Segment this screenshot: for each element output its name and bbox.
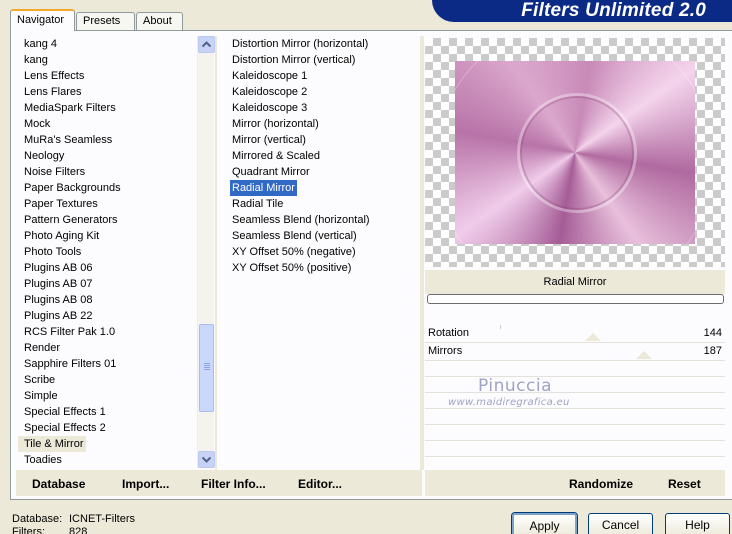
progress-bar — [427, 294, 724, 304]
list-item[interactable]: Kaleidoscope 3 — [230, 100, 415, 116]
list-item[interactable]: Neology — [18, 148, 198, 164]
preview-image — [455, 61, 695, 244]
list-item[interactable]: Distortion Mirror (vertical) — [230, 52, 415, 68]
randomize-button[interactable]: Randomize — [569, 477, 633, 491]
list-item[interactable]: kang — [18, 52, 198, 68]
list-item[interactable]: Special Effects 1 — [18, 404, 198, 420]
app-title: Filters Unlimited 2.0 — [521, 0, 706, 21]
list-item[interactable]: Scribe — [18, 372, 198, 388]
tab-navigator[interactable]: Navigator — [10, 9, 75, 31]
list-item[interactable]: MuRa's Seamless — [18, 132, 198, 148]
param-value: 144 — [703, 327, 722, 339]
status-database-label: Database: — [12, 513, 63, 525]
list-item[interactable]: Radial Mirror — [230, 180, 297, 196]
list-item[interactable]: Tile & Mirror — [18, 436, 86, 452]
left-toolbar: Database Import... Filter Info... Editor… — [16, 470, 422, 496]
list-item[interactable]: Mirrored & Scaled — [230, 148, 415, 164]
list-item[interactable]: Lens Effects — [18, 68, 198, 84]
list-item[interactable]: Radial Tile — [230, 196, 415, 212]
list-item[interactable]: Paper Backgrounds — [18, 180, 198, 196]
list-item[interactable]: Photo Aging Kit — [18, 228, 198, 244]
tab-about[interactable]: About — [136, 12, 183, 31]
list-item[interactable]: Quadrant Mirror — [230, 164, 415, 180]
editor-button[interactable]: Editor... — [298, 477, 342, 491]
list-item[interactable]: Simple — [18, 388, 198, 404]
list-item[interactable]: Sapphire Filters 01 — [18, 356, 198, 372]
watermark-url: www.maidiregrafica.eu — [448, 397, 570, 408]
list-item[interactable]: kang 4 — [18, 36, 198, 52]
category-list[interactable]: kang 4 kang Lens Effects Lens Flares MediaSp… — [18, 36, 198, 470]
slider-handle[interactable] — [636, 351, 652, 359]
list-item[interactable]: Lens Flares — [18, 84, 198, 100]
list-item[interactable]: Kaleidoscope 2 — [230, 84, 415, 100]
grip-icon — [204, 363, 210, 371]
help-button[interactable]: Help — [665, 513, 730, 534]
chevron-up-icon — [202, 41, 211, 48]
list-item[interactable]: Render — [18, 340, 198, 356]
list-item[interactable]: MediaSpark Filters — [18, 100, 198, 116]
apply-button[interactable]: Apply — [512, 513, 577, 534]
scroll-up-button[interactable] — [198, 36, 215, 53]
list-item[interactable]: Mirror (vertical) — [230, 132, 415, 148]
status-database-value: ICNET-Filters — [69, 513, 135, 525]
list-item[interactable]: Distortion Mirror (horizontal) — [230, 36, 415, 52]
list-item[interactable]: Seamless Blend (vertical) — [230, 228, 415, 244]
list-item[interactable]: XY Offset 50% (positive) — [230, 260, 415, 276]
param-label: Rotation — [428, 327, 469, 339]
reset-button[interactable]: Reset — [668, 477, 701, 491]
database-button[interactable]: Database — [32, 477, 85, 491]
preview-area — [425, 38, 725, 267]
list-item[interactable]: Seamless Blend (horizontal) — [230, 212, 415, 228]
list-item[interactable]: Plugins AB 06 — [18, 260, 198, 276]
scroll-thumb[interactable] — [199, 324, 214, 412]
list-item[interactable]: Photo Tools — [18, 244, 198, 260]
right-toolbar: Randomize Reset — [425, 470, 725, 496]
list-item[interactable]: Pattern Generators — [18, 212, 198, 228]
cancel-button[interactable]: Cancel — [588, 513, 653, 534]
list-divider — [215, 36, 217, 470]
list-item[interactable]: Toadies — [18, 452, 198, 468]
watermark-name: Pinuccia — [478, 376, 552, 396]
param-rotation[interactable]: Rotation 144 — [425, 325, 725, 343]
slider-handle[interactable] — [585, 333, 601, 341]
list-item[interactable]: Special Effects 2 — [18, 420, 198, 436]
list-item[interactable]: Kaleidoscope 1 — [230, 68, 415, 84]
category-scrollbar[interactable] — [197, 36, 215, 468]
title-banner: Filters Unlimited 2.0 — [432, 0, 732, 22]
status-filters-value: 828 — [69, 526, 88, 534]
param-mirrors[interactable]: Mirrors 187 — [425, 343, 725, 361]
list-item[interactable]: Noise Filters — [18, 164, 198, 180]
list-item[interactable]: RCS Filter Pak 1.0 — [18, 324, 198, 340]
preview-filter-name: Radial Mirror — [425, 270, 725, 294]
import-button[interactable]: Import... — [122, 477, 169, 491]
tab-presets[interactable]: Presets — [76, 12, 135, 31]
param-label: Mirrors — [428, 345, 463, 357]
list-item[interactable]: Plugins AB 22 — [18, 308, 198, 324]
list-item[interactable]: Mirror (horizontal) — [230, 116, 415, 132]
list-item[interactable]: Paper Textures — [18, 196, 198, 212]
status-filters-label: Filters: — [12, 526, 45, 534]
filter-info-button[interactable]: Filter Info... — [201, 477, 266, 491]
param-value: 187 — [703, 345, 722, 357]
list-item[interactable]: XY Offset 50% (negative) — [230, 244, 415, 260]
preview-divider — [420, 36, 424, 470]
status-area: Database: ICNET-Filters Filters: 828 — [12, 513, 135, 534]
chevron-down-icon — [202, 456, 211, 463]
filter-list[interactable]: Distortion Mirror (horizontal) Distortion… — [230, 36, 415, 276]
list-item[interactable]: Plugins AB 08 — [18, 292, 198, 308]
list-item[interactable]: Mock — [18, 116, 198, 132]
scroll-down-button[interactable] — [198, 451, 215, 468]
list-item[interactable]: Plugins AB 07 — [18, 276, 198, 292]
